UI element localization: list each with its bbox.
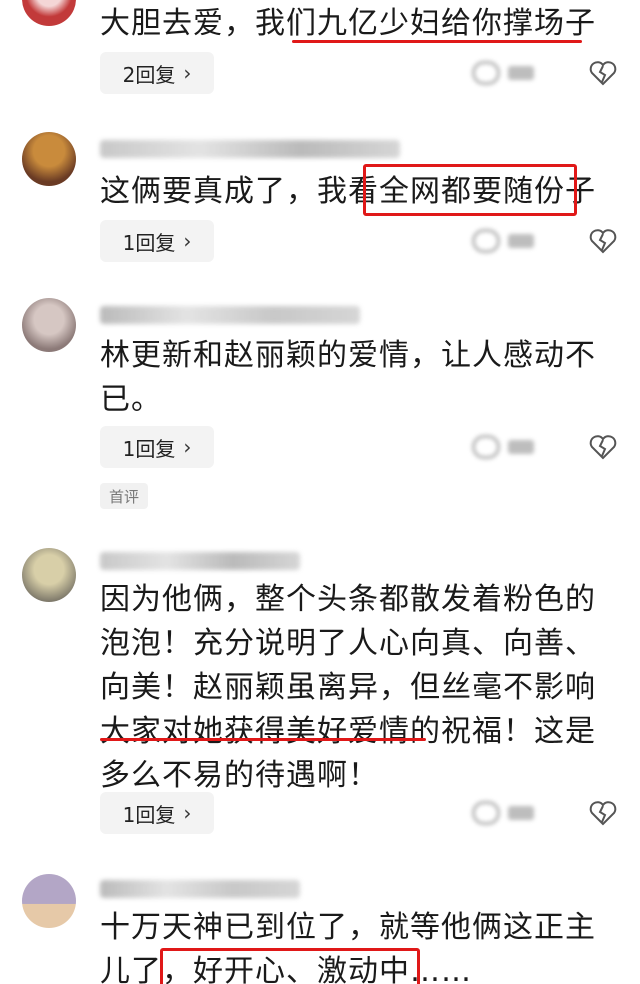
reply-label: 1回复 — [122, 802, 176, 827]
reply-button[interactable]: 1回复 › — [100, 220, 214, 262]
avatar[interactable] — [22, 132, 76, 186]
broken-heart-icon[interactable] — [588, 798, 618, 828]
username-blurred — [100, 140, 400, 158]
comment-text: 林更新和赵丽颖的爱情，让人感动不已。 — [100, 338, 596, 417]
broken-heart-icon[interactable] — [588, 432, 618, 462]
like-icon — [472, 801, 500, 825]
comment-item: 大胆去爱，我们九亿少妇给你撑场子 2回复 › — [0, 0, 640, 110]
reply-label: 1回复 — [122, 230, 176, 255]
comment-item: 林更新和赵丽颖的爱情，让人感动不已。 1回复 › — [0, 290, 640, 530]
like-icon — [472, 435, 500, 459]
chevron-right-icon: › — [183, 801, 192, 825]
avatar[interactable] — [22, 0, 76, 26]
comment-item: 十万天神已到位了，就等他俩这正主儿了，好开心、激动中…… — [0, 870, 640, 984]
reply-label: 2回复 — [122, 62, 176, 87]
username-blurred — [100, 552, 300, 570]
highlight-underline — [292, 40, 582, 43]
broken-heart-icon[interactable] — [588, 226, 618, 256]
highlight-box — [363, 164, 577, 216]
like-icon — [472, 229, 500, 253]
like-button[interactable] — [472, 226, 552, 256]
chevron-right-icon: › — [183, 229, 192, 253]
reply-button[interactable]: 2回复 › — [100, 52, 214, 94]
avatar[interactable] — [22, 298, 76, 352]
like-count — [508, 66, 534, 80]
comment-text: 因为他俩，整个头条都散发着粉色的泡泡！充分说明了人心向真、向善、向美！赵丽颖虽离… — [100, 582, 596, 793]
like-button[interactable] — [472, 798, 552, 828]
reply-label: 1回复 — [122, 436, 176, 461]
comment-item: 因为他俩，整个头条都散发着粉色的泡泡！充分说明了人心向真、向善、向美！赵丽颖虽离… — [0, 530, 640, 870]
username-blurred — [100, 306, 360, 324]
like-count — [508, 440, 534, 454]
first-comment-badge: 首评 — [100, 483, 148, 509]
like-button[interactable] — [472, 58, 552, 88]
chevron-right-icon: › — [183, 435, 192, 459]
reply-button[interactable]: 1回复 › — [100, 792, 214, 834]
highlight-box — [160, 948, 420, 984]
like-count — [508, 234, 534, 248]
like-count — [508, 806, 534, 820]
like-icon — [472, 61, 500, 85]
broken-heart-icon[interactable] — [588, 58, 618, 88]
reply-button[interactable]: 1回复 › — [100, 426, 214, 468]
highlight-underline — [100, 738, 426, 741]
like-button[interactable] — [472, 432, 552, 462]
chevron-right-icon: › — [183, 61, 192, 85]
comment-item: 这俩要真成了，我看全网都要随份子 1回复 › — [0, 110, 640, 290]
avatar[interactable] — [22, 548, 76, 602]
username-blurred — [100, 880, 300, 898]
avatar[interactable] — [22, 874, 76, 928]
